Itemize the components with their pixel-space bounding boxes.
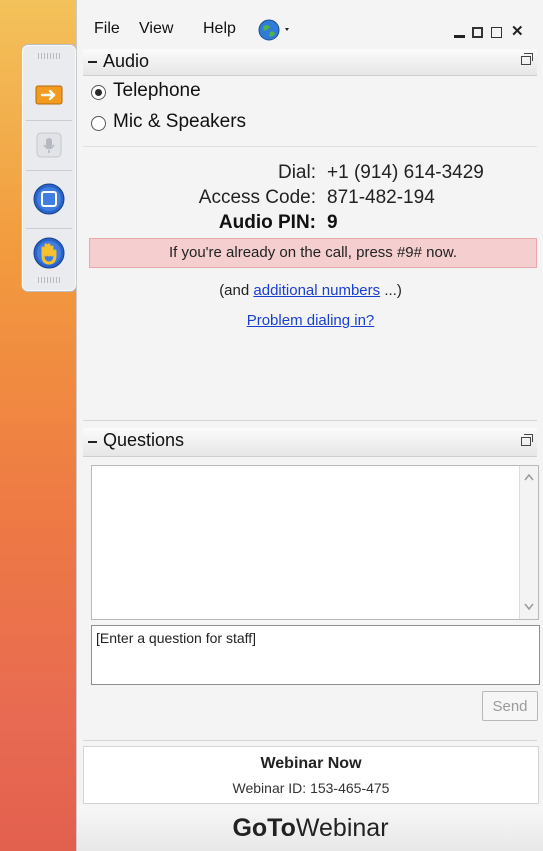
- menu-view[interactable]: View: [139, 20, 173, 38]
- microphone-button[interactable]: [29, 125, 69, 165]
- audio-pin-value: 9: [327, 212, 338, 233]
- minimize-icon: [454, 35, 465, 38]
- control-toolbar: [21, 44, 77, 292]
- dial-label: Dial:: [277, 162, 316, 183]
- language-dropdown[interactable]: [257, 18, 295, 47]
- gotowebinar-logo: GoToWebinar: [77, 814, 543, 843]
- toolbar-top-grip[interactable]: [38, 53, 60, 59]
- raise-hand-button[interactable]: [29, 233, 69, 273]
- screen-share-button[interactable]: [29, 179, 69, 219]
- menu-bar: File View Help ✕: [77, 12, 543, 46]
- audio-panel-header[interactable]: Audio: [83, 49, 537, 76]
- control-panel-window: File View Help ✕ Audio Telephone Mic & S…: [76, 0, 543, 851]
- access-code-label: Access Code:: [198, 187, 316, 208]
- show-hide-panel-button[interactable]: [29, 75, 69, 115]
- toolbar-separator: [26, 120, 72, 121]
- gotowebinar-screen: File View Help ✕ Audio Telephone Mic & S…: [0, 0, 543, 851]
- screen-icon: [33, 183, 65, 215]
- questions-log[interactable]: [91, 465, 539, 620]
- collapse-icon[interactable]: [88, 441, 97, 443]
- send-button[interactable]: Send: [482, 691, 538, 721]
- minimize-button[interactable]: [454, 27, 465, 38]
- microphone-icon: [36, 132, 62, 158]
- questions-scrollbar[interactable]: [519, 466, 538, 619]
- audio-pin-label: Audio PIN:: [218, 212, 316, 233]
- mic-speakers-radio[interactable]: [91, 116, 106, 131]
- close-icon: ✕: [511, 23, 524, 40]
- logo-webinar: Webinar: [295, 814, 389, 842]
- additional-suffix: ...): [384, 282, 402, 299]
- toolbar-separator: [26, 170, 72, 171]
- access-code-value: 871-482-194: [327, 187, 435, 208]
- menu-help[interactable]: Help: [203, 20, 236, 38]
- scroll-up-icon[interactable]: [524, 473, 534, 481]
- maximize-button[interactable]: [472, 27, 483, 38]
- close-button[interactable]: ✕: [511, 22, 524, 40]
- scroll-down-icon[interactable]: [524, 603, 534, 611]
- collapse-icon[interactable]: [88, 61, 97, 63]
- telephone-label[interactable]: Telephone: [113, 80, 201, 102]
- questions-panel-title: Questions: [103, 430, 185, 450]
- scroll-arrows: [524, 473, 534, 611]
- popout-icon[interactable]: [521, 434, 533, 446]
- additional-numbers-link[interactable]: additional numbers: [253, 282, 380, 299]
- mic-speakers-label[interactable]: Mic & Speakers: [113, 111, 246, 133]
- hand-icon: [33, 237, 65, 269]
- brand-footer: GoToWebinar: [77, 806, 543, 851]
- toolbar-separator: [26, 228, 72, 229]
- question-input[interactable]: [Enter a question for staff]: [91, 625, 540, 685]
- webinar-info: Webinar Now Webinar ID: 153-465-475: [83, 746, 539, 804]
- popout-button[interactable]: [491, 27, 502, 38]
- already-on-call-notice: If you're already on the call, press #9#…: [89, 238, 537, 268]
- additional-prefix: (and: [219, 282, 250, 299]
- problem-line: Problem dialing in?: [77, 312, 543, 329]
- menu-file[interactable]: File: [94, 20, 120, 38]
- problem-dialing-link[interactable]: Problem dialing in?: [247, 312, 375, 329]
- additional-numbers-line: (and additional numbers ...): [77, 282, 543, 299]
- arrow-right-icon: [35, 85, 63, 105]
- audio-panel-title: Audio: [103, 51, 150, 71]
- divider: [83, 740, 537, 741]
- questions-panel-header[interactable]: Questions: [83, 428, 537, 457]
- divider: [83, 420, 537, 421]
- popout-icon[interactable]: [521, 53, 533, 65]
- logo-goto: GoTo: [232, 814, 296, 842]
- webinar-id: Webinar ID: 153-465-475: [232, 780, 390, 796]
- chevron-down-icon: [285, 28, 289, 31]
- globe-icon: [258, 19, 289, 41]
- divider: [83, 146, 537, 147]
- webinar-name: Webinar Now: [260, 755, 362, 772]
- toolbar-bottom-grip[interactable]: [38, 277, 60, 283]
- dial-number: +1 (914) 614-3429: [327, 162, 484, 183]
- telephone-radio[interactable]: [91, 85, 106, 100]
